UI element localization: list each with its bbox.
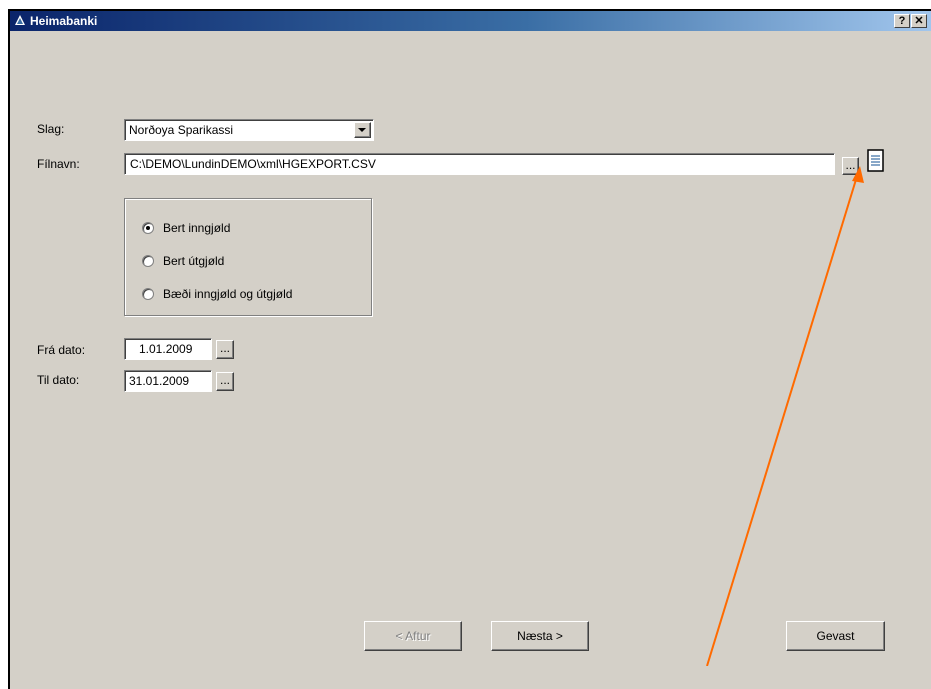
cancel-button[interactable]: Gevast — [786, 621, 885, 651]
radio-label-badi: Bæði inngjøld og útgjøld — [163, 287, 293, 301]
slag-value: Norðoya Sparikassi — [129, 123, 234, 137]
filnavn-input[interactable]: C:\DEMO\LundinDEMO\xml\HGEXPORT.CSV — [124, 153, 835, 175]
radio-bert-utgjold[interactable] — [142, 255, 154, 267]
dialog-window: Heimabanki ? ✕ Slag: Norðoya Sparikassi … — [8, 9, 931, 689]
til-dato-picker-button[interactable]: ... — [216, 372, 234, 391]
radio-badi[interactable] — [142, 288, 154, 300]
close-button[interactable]: ✕ — [911, 14, 927, 28]
back-button[interactable]: < Aftur — [364, 621, 462, 651]
slag-label: Slag: — [37, 122, 65, 136]
fra-dato-picker-button[interactable]: ... — [216, 340, 234, 359]
til-dato-input[interactable]: 31.01.2009 — [124, 370, 212, 392]
til-dato-value: 31.01.2009 — [129, 374, 190, 388]
window-title: Heimabanki — [30, 14, 98, 28]
radio-bert-inngjold[interactable] — [142, 222, 154, 234]
filnavn-label: Fílnavn: — [37, 157, 80, 171]
fra-dato-value: 1.01.2009 — [139, 342, 193, 356]
chevron-down-icon[interactable] — [354, 122, 371, 138]
radio-label-bert-inngjold: Bert inngjøld — [163, 221, 231, 235]
slag-dropdown[interactable]: Norðoya Sparikassi — [124, 119, 374, 141]
app-triangle-icon — [15, 15, 25, 25]
document-icon[interactable] — [866, 149, 886, 173]
type-groupbox: Bert inngjøld Bert útgjøld Bæði inngjøld… — [124, 198, 372, 316]
browse-file-button[interactable]: ... — [842, 157, 859, 175]
fra-dato-label: Frá dato: — [37, 343, 86, 357]
fra-dato-input[interactable]: 1.01.2009 — [124, 338, 212, 360]
title-bar: Heimabanki ? ✕ — [10, 11, 931, 31]
help-button[interactable]: ? — [894, 14, 910, 28]
next-button[interactable]: Næsta > — [491, 621, 589, 651]
filnavn-value: C:\DEMO\LundinDEMO\xml\HGEXPORT.CSV — [130, 157, 376, 171]
radio-label-bert-utgjold: Bert útgjøld — [163, 254, 225, 268]
til-dato-label: Til dato: — [37, 373, 80, 387]
